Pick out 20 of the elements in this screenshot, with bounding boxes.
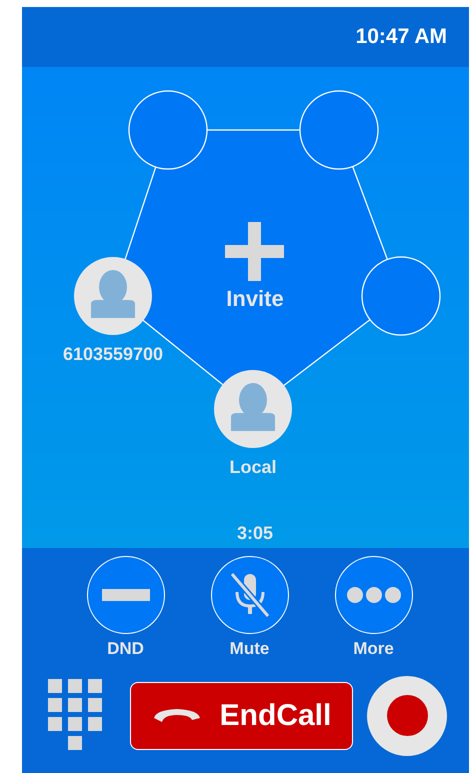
record-icon	[386, 695, 428, 736]
end-call-button[interactable]: EndCall	[130, 682, 353, 750]
clock-time: 10:47 AM	[356, 24, 447, 50]
empty-slot[interactable]	[299, 90, 379, 170]
empty-slot[interactable]	[361, 256, 441, 336]
participant-name: 6103559700	[62, 343, 164, 366]
plus-icon[interactable]	[225, 222, 284, 281]
action-label: Mute	[230, 638, 270, 660]
call-duration: 3:05	[236, 522, 274, 545]
keypad-icon[interactable]	[48, 679, 102, 752]
action-label: More	[353, 638, 394, 660]
empty-slot[interactable]	[128, 90, 208, 170]
action-label: DND	[107, 638, 144, 660]
invite-label: Invite	[225, 285, 285, 313]
avatar-icon[interactable]	[214, 370, 292, 448]
avatar-icon[interactable]	[74, 257, 152, 335]
more-icon	[346, 586, 402, 604]
minus-icon	[102, 589, 150, 601]
participant-name: Local	[228, 456, 278, 479]
muted-microphone-icon	[228, 572, 272, 618]
